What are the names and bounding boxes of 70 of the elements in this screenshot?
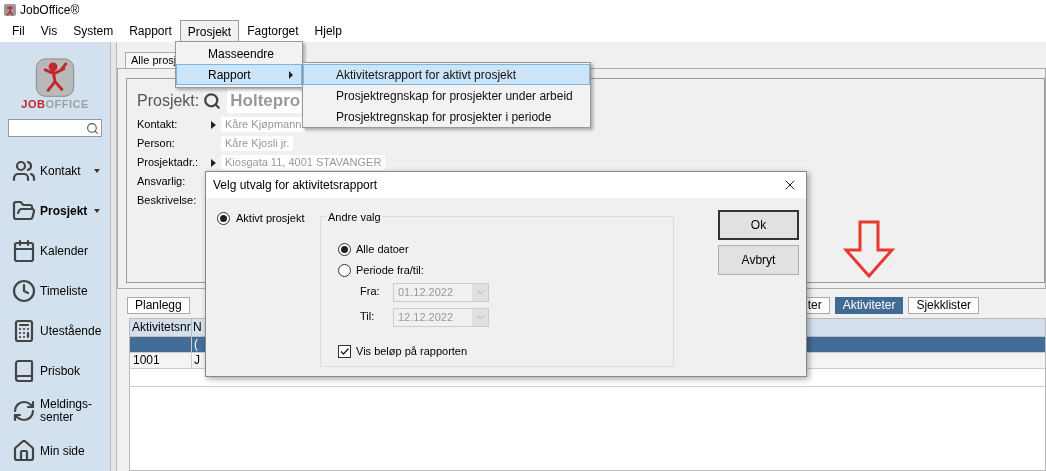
- field-label: Ansvarlig:: [137, 174, 187, 190]
- project-label: Prosjekt:: [137, 91, 200, 111]
- app-icon: [4, 4, 16, 16]
- clock-icon: [12, 279, 36, 303]
- checkbox-option[interactable]: Vis beløp på rapporten: [338, 343, 468, 359]
- group-title: Andre valg: [327, 211, 382, 223]
- radio-button[interactable]: [217, 212, 230, 225]
- submenu-arrow-icon: [289, 70, 293, 79]
- caret-icon: [94, 209, 100, 213]
- menu-item[interactable]: Prosjekt: [179, 20, 240, 42]
- dialog-button[interactable]: Avbryt: [718, 245, 799, 275]
- people-icon: [12, 159, 36, 183]
- calculator-icon: [12, 319, 36, 343]
- dialog-button[interactable]: Ok: [718, 210, 799, 240]
- tab[interactable]: Planlegg: [127, 297, 190, 314]
- tab[interactable]: ter: [805, 297, 830, 314]
- radio-option[interactable]: Aktivt prosjekt: [217, 212, 320, 228]
- menu-item[interactable]: Vis: [32, 20, 66, 42]
- search-icon: [203, 92, 222, 110]
- date-label: Fra:: [360, 284, 381, 299]
- menu-item[interactable]: Fil: [4, 20, 33, 42]
- refresh-icon: [12, 399, 36, 423]
- window-title: JobOffice®: [20, 2, 80, 19]
- table-cell-text: J: [193, 353, 200, 368]
- table-cell: 1001: [130, 353, 192, 368]
- menu-item[interactable]: Prosjektregnskap for prosjekter i periode: [303, 106, 590, 127]
- sidebar-item[interactable]: Prosjekt: [0, 191, 110, 231]
- date-label: Til:: [360, 309, 376, 324]
- column-header[interactable]: Aktivitetsnr: [130, 319, 192, 336]
- caret-icon: [94, 169, 100, 173]
- field-label: Beskrivelse:: [137, 193, 198, 209]
- tab[interactable]: Sjekklister: [908, 297, 980, 314]
- field-label: Person:: [137, 136, 176, 152]
- radio-option[interactable]: Alle datoer: [338, 239, 458, 260]
- field-label: Prosjektadr.:: [137, 155, 200, 171]
- search-icon: [86, 121, 99, 135]
- tab[interactable]: Aktiviteter: [834, 297, 904, 314]
- menu-item[interactable]: Masseendre: [176, 43, 302, 64]
- dialog-title: Velg utvalg for aktivitetsrapport: [213, 177, 379, 194]
- search-field[interactable]: [8, 119, 102, 137]
- sidebar-item[interactable]: Utestående: [0, 311, 110, 351]
- radio-option[interactable]: Periode fra/til:: [338, 260, 458, 281]
- menu-item[interactable]: Fagtorget: [239, 20, 307, 42]
- table-cell-text: (: [193, 337, 198, 352]
- menu-item[interactable]: Hjelp: [306, 20, 350, 42]
- sidebar-item[interactable]: Meldings-senter: [0, 391, 110, 431]
- link-arrow-icon[interactable]: [211, 158, 216, 167]
- sidebar-item[interactable]: Kontakt: [0, 151, 110, 191]
- radio-button[interactable]: [338, 243, 351, 256]
- down-arrow-icon: [843, 220, 895, 278]
- column-header[interactable]: N: [192, 319, 202, 336]
- logo-text: JOBOFFICE: [21, 97, 89, 112]
- menu-item[interactable]: Aktivitetsrapport for aktivt prosjekt: [303, 64, 590, 85]
- calendar-icon: [12, 239, 36, 263]
- link-arrow-icon[interactable]: [211, 120, 216, 129]
- sidebar-item[interactable]: Timeliste: [0, 271, 110, 311]
- menu-item[interactable]: System: [65, 20, 122, 42]
- menu-item[interactable]: Prosjektregnskap for prosjekter under arbeid: [303, 85, 590, 106]
- folder-icon: [12, 199, 36, 223]
- checkbox[interactable]: [338, 344, 351, 358]
- radio-button[interactable]: [338, 264, 351, 277]
- logo-icon: [35, 58, 75, 98]
- book-icon: [12, 359, 36, 383]
- sidebar-item[interactable]: Prisbok: [0, 351, 110, 391]
- sidebar-item[interactable]: Min side: [0, 431, 110, 471]
- house-icon: [12, 439, 36, 463]
- menu-item[interactable]: Rapport: [121, 20, 180, 42]
- sidebar-item[interactable]: Kalender: [0, 231, 110, 271]
- field-label: Kontakt:: [137, 117, 179, 133]
- menu-item[interactable]: Rapport: [176, 64, 302, 85]
